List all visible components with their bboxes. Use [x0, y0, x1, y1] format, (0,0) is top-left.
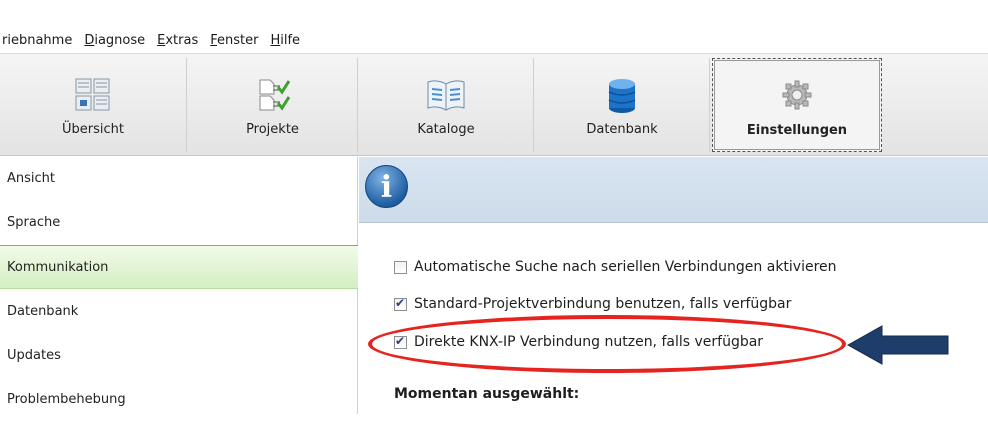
menu-bar: riebnahme Diagnose Extras Fenster Hilfe: [0, 0, 988, 53]
sidebar-item-label: Datenbank: [7, 304, 79, 319]
sidebar-item-label: Problembehebung: [7, 392, 126, 407]
tool-kataloge-label: Kataloge: [417, 122, 475, 137]
info-bar: i: [359, 157, 988, 223]
projects-checklist-icon: [259, 79, 290, 111]
sidebar-item-label: Updates: [7, 348, 61, 363]
option-default-project-connection[interactable]: Standard-Projektverbindung benutzen, fal…: [394, 294, 791, 314]
tool-einstellungen-label: Einstellungen: [746, 123, 848, 138]
tool-projekte[interactable]: Projekte: [188, 58, 358, 152]
annotation-arrow-icon: [846, 325, 949, 365]
sidebar-item-datenbank[interactable]: Datenbank: [0, 290, 358, 334]
menu-hilfe[interactable]: Hilfe: [263, 31, 305, 51]
menu-inbetriebnahme[interactable]: riebnahme: [0, 31, 77, 51]
overview-grid-icon: [75, 78, 110, 111]
sidebar-item-label: Ansicht: [7, 171, 56, 186]
tool-uebersicht-label: Übersicht: [62, 122, 124, 137]
option-label: Direkte KNX-IP Verbindung nutzen, falls …: [414, 334, 764, 350]
settings-gear-icon: [782, 80, 812, 110]
settings-sidebar: Ansicht Sprache Kommunikation Datenbank …: [0, 157, 358, 414]
menu-fenster[interactable]: Fenster: [203, 31, 263, 51]
tool-projekte-label: Projekte: [246, 122, 299, 137]
checkbox-direct-knx-ip[interactable]: [394, 334, 407, 349]
settings-panel: i Automatische Suche nach seriellen Verb…: [359, 157, 988, 414]
menu-extras[interactable]: Extras: [150, 31, 203, 51]
sidebar-item-updates[interactable]: Updates: [0, 334, 358, 378]
tool-uebersicht[interactable]: Übersicht: [0, 58, 187, 152]
option-label: Automatische Suche nach seriellen Verbin…: [414, 259, 837, 275]
option-auto-serial-search[interactable]: Automatische Suche nach seriellen Verbin…: [394, 257, 837, 277]
sidebar-item-problembehebung[interactable]: Problembehebung: [0, 378, 358, 422]
sidebar-item-label: Kommunikation: [7, 260, 109, 275]
option-label: Standard-Projektverbindung benutzen, fal…: [414, 296, 792, 312]
sidebar-item-ansicht[interactable]: Ansicht: [0, 157, 358, 201]
tool-einstellungen[interactable]: Einstellungen: [712, 58, 882, 152]
menu-diagnose[interactable]: Diagnose: [77, 31, 150, 51]
info-icon: i: [365, 165, 408, 208]
checkbox-default-project-connection[interactable]: [394, 296, 407, 311]
current-selection-heading: Momentan ausgewählt:: [394, 386, 580, 402]
option-direct-knx-ip[interactable]: Direkte KNX-IP Verbindung nutzen, falls …: [394, 332, 763, 352]
main-toolbar: Übersicht Projekte Kataloge Datenbank Ei…: [0, 53, 988, 156]
catalog-book-icon: [427, 80, 465, 111]
tool-datenbank[interactable]: Datenbank: [535, 58, 710, 152]
database-cylinder-icon: [608, 79, 636, 113]
checkbox-auto-serial-search[interactable]: [394, 260, 407, 274]
sidebar-item-kommunikation[interactable]: Kommunikation: [0, 245, 358, 289]
sidebar-item-sprache[interactable]: Sprache: [0, 201, 358, 245]
tool-datenbank-label: Datenbank: [586, 122, 658, 137]
tool-kataloge[interactable]: Kataloge: [359, 58, 534, 152]
sidebar-item-label: Sprache: [7, 215, 61, 230]
